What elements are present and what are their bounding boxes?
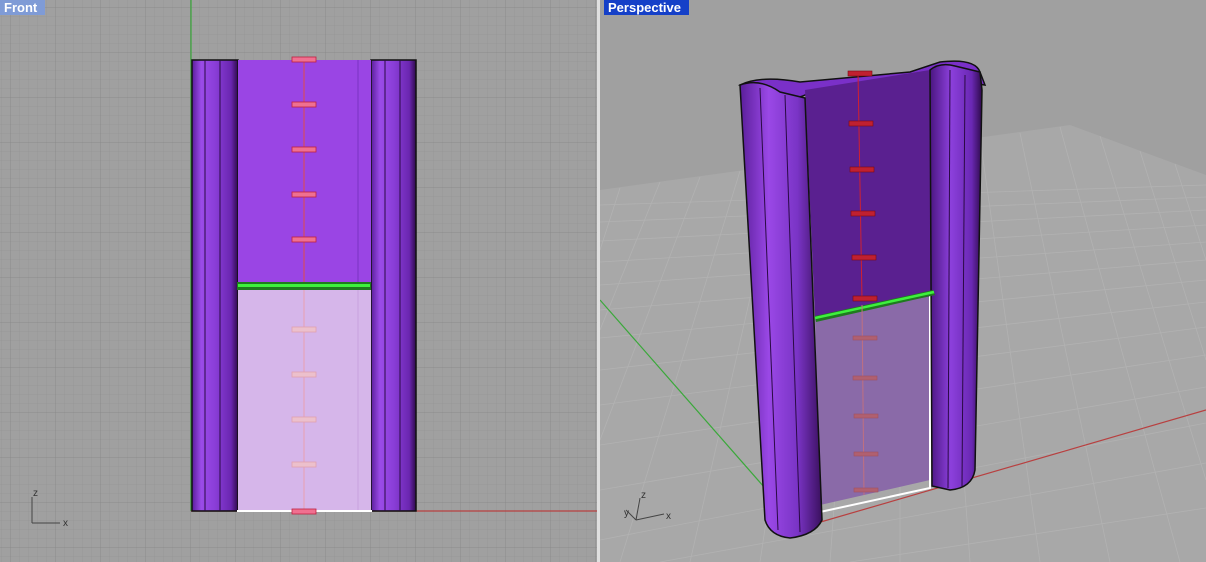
axis-label-x: x	[666, 511, 671, 522]
ruler-tick	[852, 295, 878, 302]
viewport-title-perspective[interactable]: Perspective	[604, 0, 689, 15]
ruler-tick	[853, 451, 879, 457]
ruler-tick	[849, 166, 875, 173]
front-model[interactable]	[191, 56, 417, 515]
right-pillar[interactable]	[929, 63, 983, 491]
perspective-viewport[interactable]: Perspective z x y	[600, 0, 1206, 562]
ruler-tick	[852, 375, 878, 381]
ruler-tick	[851, 254, 877, 261]
ruler-tick	[291, 508, 317, 515]
ruler-tick	[853, 413, 879, 419]
left-column[interactable]	[191, 59, 239, 512]
ruler-tick	[291, 101, 317, 108]
right-column[interactable]	[370, 59, 417, 512]
ruler-tick	[848, 120, 874, 127]
axis-label-x: x	[63, 518, 68, 529]
ruler-tick	[291, 461, 317, 468]
green-bar-highlight	[238, 284, 370, 287]
ruler-tick	[291, 146, 317, 153]
ruler-tick	[291, 56, 317, 63]
viewport-title-front[interactable]: Front	[0, 0, 46, 15]
ruler-tick	[852, 335, 878, 341]
perspective-canvas[interactable]: z x y	[600, 0, 1206, 562]
front-viewport[interactable]: Front z x	[0, 0, 597, 562]
ruler-tick	[291, 326, 317, 333]
axis-label-y: y	[624, 508, 629, 519]
ruler-tick	[291, 416, 317, 423]
ruler-tick	[853, 487, 879, 493]
axis-label-z: z	[641, 490, 646, 501]
ruler-tick	[847, 70, 873, 77]
front-canvas[interactable]: z x	[0, 0, 597, 562]
ruler-tick	[291, 236, 317, 243]
upper-panel[interactable]	[805, 70, 932, 318]
ruler-tick	[850, 210, 876, 217]
perspective-model[interactable]	[737, 60, 987, 539]
ruler-tick	[291, 191, 317, 198]
ruler-tick	[291, 371, 317, 378]
axis-label-z: z	[33, 488, 38, 499]
lower-glass-panel[interactable]	[815, 296, 932, 505]
